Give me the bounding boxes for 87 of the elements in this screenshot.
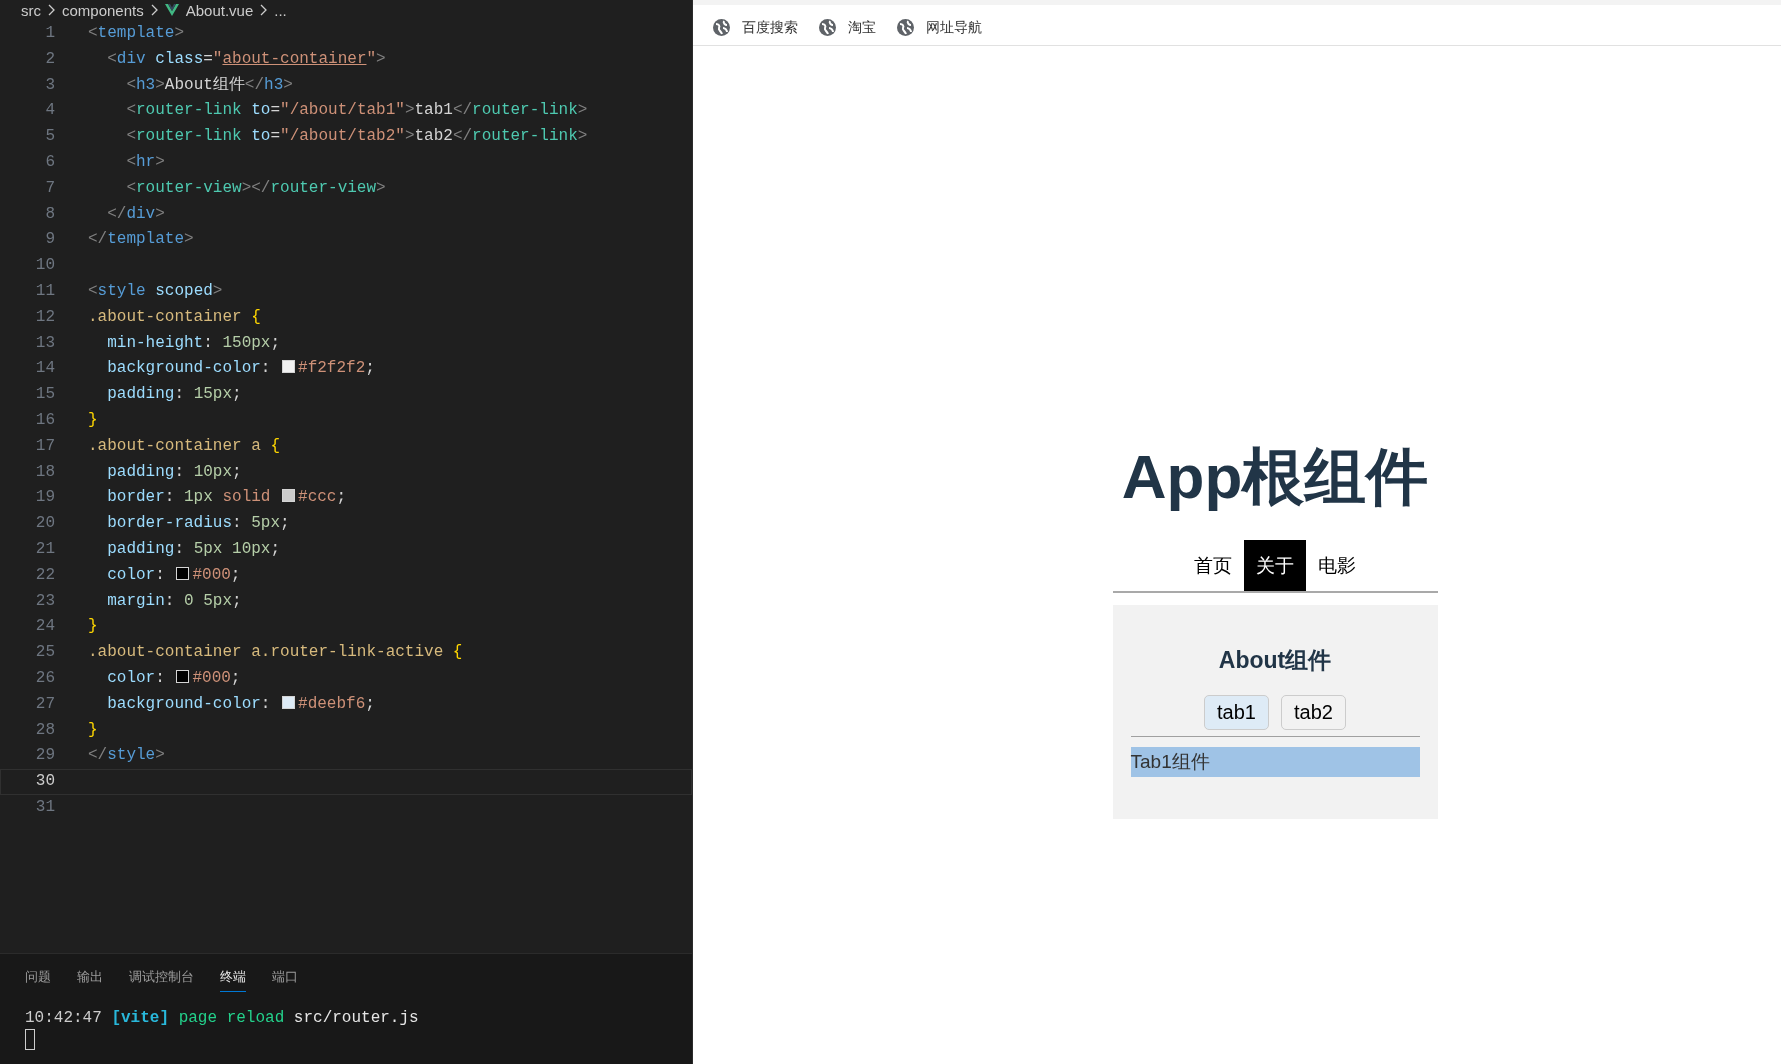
line-number: 21: [34, 538, 55, 560]
line-number: 2: [44, 48, 55, 70]
code-line: color: #000;: [106, 667, 242, 689]
line-number: 26: [34, 667, 55, 689]
code-line: .about-container a {: [87, 435, 282, 457]
code-line: .about-container a.router-link-active {: [87, 642, 464, 664]
code-line: border: 1px solid #ccc;: [106, 487, 348, 509]
line-number: 20: [34, 513, 55, 535]
code-line: <router-view></router-view>: [125, 177, 387, 199]
code-line: .about-container {: [87, 306, 262, 328]
code-line: }: [87, 616, 99, 638]
line-number: 13: [34, 332, 55, 354]
line-number: 23: [34, 590, 55, 612]
nav-link[interactable]: 电影: [1306, 540, 1368, 591]
code-line: }: [87, 719, 99, 741]
tab-link[interactable]: tab2: [1281, 695, 1346, 730]
line-number: 29: [34, 745, 55, 767]
code-line: <router-link to="/about/tab1">tab1</router-link>: [125, 100, 589, 122]
vue-logo-icon: [164, 4, 179, 16]
bookmark-link[interactable]: 网址导航: [897, 18, 982, 37]
line-number: 5: [44, 126, 55, 148]
panel-tab[interactable]: 终端: [220, 964, 246, 992]
code-line: min-height: 150px;: [106, 332, 282, 354]
code-line: padding: 5px 10px;: [106, 538, 282, 560]
line-number: 11: [34, 280, 55, 302]
line-number: 15: [34, 384, 55, 406]
line-number: 9: [44, 229, 55, 251]
line-number: 14: [34, 358, 55, 380]
breadcrumb-ellipsis[interactable]: ...: [274, 1, 287, 19]
panel-tab[interactable]: 问题: [25, 964, 51, 992]
code-line: background-color: #deebf6;: [106, 693, 376, 715]
code-line: margin: 0 5px;: [106, 590, 243, 612]
nav-link[interactable]: 首页: [1182, 540, 1244, 591]
nav-link[interactable]: 关于: [1244, 540, 1306, 591]
terminal-output-line: 10:42:47 [vite] page reload src/router.js: [25, 1009, 420, 1027]
line-number: 4: [44, 100, 55, 122]
line-number: 1: [44, 23, 55, 44]
code-line: </template>: [87, 229, 195, 251]
code-line: background-color: #f2f2f2;: [106, 358, 376, 380]
code-line: <style scoped>: [87, 280, 224, 302]
tab-link[interactable]: tab1: [1204, 695, 1269, 730]
code-line: <router-link to="/about/tab2">tab2</router-link>: [125, 126, 589, 148]
line-number: 19: [34, 487, 55, 509]
globe-icon: [819, 19, 836, 36]
line-number: 24: [34, 616, 55, 638]
terminal-cursor: [25, 1029, 35, 1050]
line-number: 16: [34, 409, 55, 431]
code-line: <template>: [87, 23, 186, 44]
line-number: 12: [34, 306, 55, 328]
line-number: 6: [44, 152, 55, 173]
chevron-icon: [149, 4, 159, 16]
line-number: 31: [34, 796, 55, 818]
globe-icon: [713, 19, 730, 36]
line-number: 27: [34, 693, 55, 715]
breadcrumb-item[interactable]: src: [21, 1, 41, 19]
chevron-icon: [259, 4, 269, 16]
bookmark-link[interactable]: 百度搜索: [713, 18, 798, 37]
panel-tab[interactable]: 调试控制台: [129, 964, 194, 992]
chevron-icon: [47, 4, 56, 16]
code-line: <div class="about-container">: [106, 48, 387, 70]
line-number: 3: [44, 74, 55, 96]
code-line: padding: 10px;: [106, 461, 243, 483]
line-number: 17: [34, 435, 55, 457]
breadcrumb-item[interactable]: components: [62, 1, 144, 19]
code-line: <h3>About组件</h3>: [125, 74, 294, 96]
panel-tab[interactable]: 端口: [272, 964, 298, 992]
code-line: <hr>: [125, 152, 166, 173]
code-line: </style>: [87, 745, 166, 767]
line-number: 25: [34, 642, 55, 664]
code-line: </div>: [106, 203, 166, 225]
code-line: border-radius: 5px;: [106, 513, 291, 535]
about-heading: About组件: [1217, 646, 1333, 675]
line-number: 28: [34, 719, 55, 741]
breadcrumb-item[interactable]: About.vue: [185, 1, 254, 19]
line-number: 22: [34, 564, 55, 586]
tab-content-text: Tab1组件: [1130, 747, 1420, 777]
line-number: 18: [34, 461, 55, 483]
bookmark-link[interactable]: 淘宝: [819, 18, 876, 37]
code-line: padding: 15px;: [106, 384, 243, 406]
line-number: 7: [44, 177, 55, 199]
line-number: 30: [34, 771, 55, 793]
panel-tab[interactable]: 输出: [77, 964, 103, 992]
code-line: color: #000;: [106, 564, 242, 586]
line-number: 10: [34, 255, 55, 277]
code-line: }: [87, 409, 99, 431]
line-number: 8: [44, 203, 55, 225]
globe-icon: [897, 19, 914, 36]
